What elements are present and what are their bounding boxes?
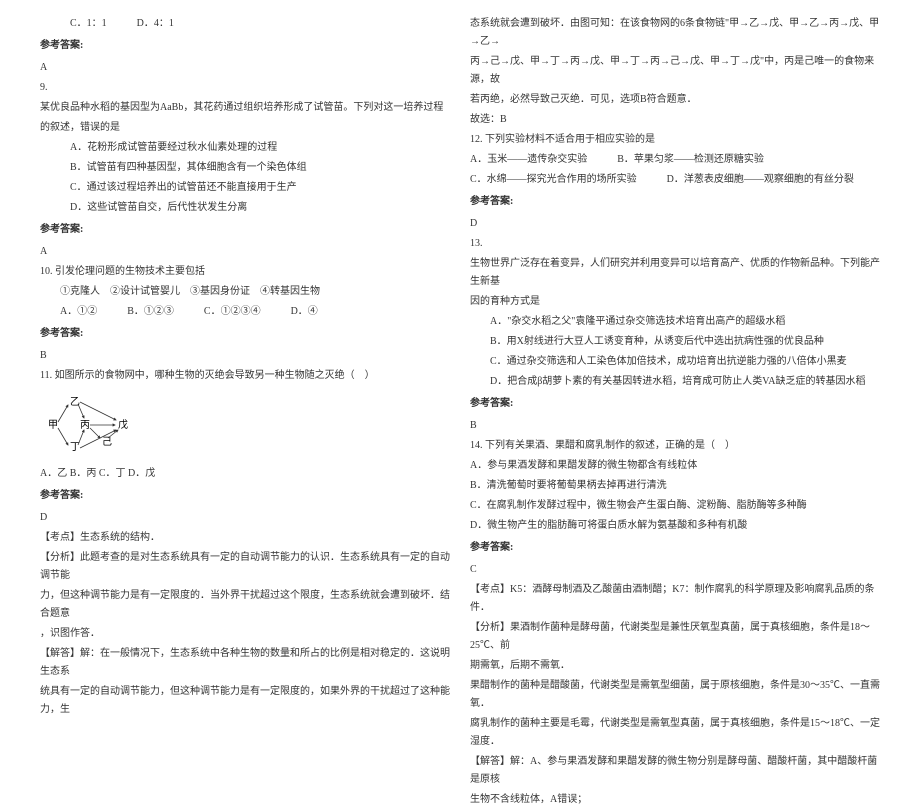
- q10-answer-label: 参考答案:: [40, 325, 450, 343]
- q11-cont3: 若丙绝，必然导致己灭绝．可见，选项B符合题意．: [470, 91, 880, 109]
- q13-a: A．"杂交水稻之父"袁隆平通过杂交筛选技术培育出高产的超级水稻: [470, 313, 880, 331]
- q11-cont2: 丙→己→戊、甲→丁→丙→戊、甲→丁→丙→己→戊、甲→丁→戊"中，丙是己唯一的食物…: [470, 53, 880, 89]
- q11-cont4: 故选：B: [470, 111, 880, 129]
- q8-options: C．1：1 D．4：1: [40, 15, 450, 33]
- q13-num: 13.: [470, 235, 880, 253]
- q9-text2: 的叙述，错误的是: [40, 119, 450, 137]
- q11-answer: D: [40, 509, 450, 527]
- q14-b: B．清洗葡萄时要将葡萄果柄去掉再进行清洗: [470, 477, 880, 495]
- q11-cont1: 态系统就会遭到破坏．由图可知：在该食物网的6条食物链"甲→乙→戊、甲→乙→丙→戊…: [470, 15, 880, 51]
- q11-jieda1: 【解答】解：在一般情况下，生态系统中各种生物的数量和所占的比例是相对稳定的．这说…: [40, 645, 450, 681]
- q14-kaodian: 【考点】K5：酒酵母制酒及乙酸菌由酒制醋；K7：制作腐乳的科学原理及影响腐乳品质…: [470, 581, 880, 617]
- q11-fenxi1: 【分析】此题考查的是对生态系统具有一定的自动调节能力的认识．生态系统具有一定的自…: [40, 549, 450, 585]
- q13-text1: 生物世界广泛存在着变异，人们研究并利用变异可以培育高产、优质的作物新品种。下列能…: [470, 255, 880, 291]
- q12-row1: A．玉米——遗传杂交实验 B．苹果匀浆——检测还原糖实验: [470, 151, 880, 169]
- q9-d: D．这些试管苗自交，后代性状发生分离: [40, 199, 450, 217]
- q11-text: 11. 如图所示的食物网中，哪种生物的灭绝会导致另一种生物随之灭绝（ ）: [40, 367, 450, 385]
- q9-answer: A: [40, 243, 450, 261]
- q8-c: C．1：1: [70, 15, 107, 33]
- q13-d: D．把合成β胡萝卜素的有关基因转进水稻，培育成可防止人类VA缺乏症的转基因水稻: [470, 373, 880, 391]
- q13-answer-label: 参考答案:: [470, 395, 880, 413]
- q14-fenxi2: 期需氧，后期不需氧．: [470, 657, 880, 675]
- q13-answer: B: [470, 417, 880, 435]
- q12-c: C．水绵——探究光合作用的场所实验: [470, 171, 637, 189]
- q9-a: A．花粉形成试管苗要经过秋水仙素处理的过程: [40, 139, 450, 157]
- q11-jieda2: 统具有一定的自动调节能力，但这种调节能力是有一定限度的，如果外界的干扰超过了这种…: [40, 683, 450, 719]
- q12-d: D．洋葱表皮细胞——观察细胞的有丝分裂: [667, 171, 854, 189]
- q11-opts: A．乙 B．丙 C．丁 D．戊: [40, 465, 450, 483]
- q10-d: D．④: [291, 303, 318, 321]
- q10-answer: B: [40, 347, 450, 365]
- q12-answer: D: [470, 215, 880, 233]
- q11-fenxi3: ，识图作答．: [40, 625, 450, 643]
- food-web-diagram: 甲 乙 丙 丁 戊 己: [40, 390, 140, 460]
- diagram-bing: 丙: [80, 420, 90, 431]
- q14-c: C．在腐乳制作发酵过程中，微生物会产生蛋白酶、淀粉酶、脂肪酶等多种酶: [470, 497, 880, 515]
- q14-jieda2: 生物不含线粒体，A错误；: [470, 791, 880, 809]
- diagram-yi: 乙: [70, 396, 80, 408]
- q9-b: B．试管苗有四种基因型，其体细胞含有一个染色体组: [40, 159, 450, 177]
- q10-opts1: ①克隆人 ②设计试管婴儿 ③基因身份证 ④转基因生物: [40, 283, 450, 301]
- q12-b: B．苹果匀浆——检测还原糖实验: [617, 151, 764, 169]
- q14-text: 14. 下列有关果酒、果醋和腐乳制作的叙述，正确的是（ ）: [470, 437, 880, 455]
- q13-b: B．用X射线进行大豆人工诱变育种，从诱变后代中选出抗病性强的优良品种: [470, 333, 880, 351]
- q13-text2: 因的育种方式是: [470, 293, 880, 311]
- q10-options: A．①② B．①②③ C．①②③④ D．④: [40, 303, 450, 321]
- q14-a: A．参与果酒发酵和果醋发酵的微生物都含有线粒体: [470, 457, 880, 475]
- q14-d: D．微生物产生的脂肪酶可将蛋白质水解为氨基酸和多种有机酸: [470, 517, 880, 535]
- diagram-wu: 戊: [118, 419, 128, 431]
- q8-answer: A: [40, 59, 450, 77]
- q10-c: C．①②③④: [204, 303, 261, 321]
- q14-jieda1: 【解答】解：A、参与果酒发酵和果醋发酵的微生物分别是酵母菌、醋酸杆菌，其中醋酸杆…: [470, 753, 880, 789]
- q12-a: A．玉米——遗传杂交实验: [470, 151, 587, 169]
- q14-answer-label: 参考答案:: [470, 539, 880, 557]
- q11-fenxi2: 力，但这种调节能力是有一定限度的．当外界干扰超过这个限度，生态系统就会遭到破坏．…: [40, 587, 450, 623]
- q10-text: 10. 引发伦理问题的生物技术主要包括: [40, 263, 450, 281]
- q11-kaodian: 【考点】生态系统的结构．: [40, 529, 450, 547]
- q9-answer-label: 参考答案:: [40, 221, 450, 239]
- diagram-ji: 己: [102, 437, 112, 448]
- q14-fenxi3: 果醋制作的菌种是醋酸菌，代谢类型是需氧型细菌，属于原核细胞，条件是30～35℃、…: [470, 677, 880, 713]
- q14-fenxi4: 腐乳制作的菌种主要是毛霉，代谢类型是需氧型真菌，属于真核细胞，条件是15～18℃…: [470, 715, 880, 751]
- q9-num: 9.: [40, 79, 450, 97]
- q10-b: B．①②③: [127, 303, 174, 321]
- q13-c: C．通过杂交筛选和人工染色体加倍技术，成功培育出抗逆能力强的八倍体小黑麦: [470, 353, 880, 371]
- q12-text: 12. 下列实验材料不适合用于相应实验的是: [470, 131, 880, 149]
- q14-fenxi1: 【分析】果酒制作菌种是酵母菌，代谢类型是兼性厌氧型真菌，属于真核细胞，条件是18…: [470, 619, 880, 655]
- q9-text1: 某优良品种水稻的基因型为AaBb，其花药通过组织培养形成了试管苗。下列对这一培养…: [40, 99, 450, 117]
- q9-c: C．通过该过程培养出的试管苗还不能直接用于生产: [40, 179, 450, 197]
- q8-answer-label: 参考答案:: [40, 37, 450, 55]
- q8-d: D．4：1: [137, 15, 174, 33]
- q12-answer-label: 参考答案:: [470, 193, 880, 211]
- q12-row2: C．水绵——探究光合作用的场所实验 D．洋葱表皮细胞——观察细胞的有丝分裂: [470, 171, 880, 189]
- q11-answer-label: 参考答案:: [40, 487, 450, 505]
- q10-a: A．①②: [60, 303, 97, 321]
- diagram-jia: 甲: [48, 420, 58, 431]
- q14-answer: C: [470, 561, 880, 579]
